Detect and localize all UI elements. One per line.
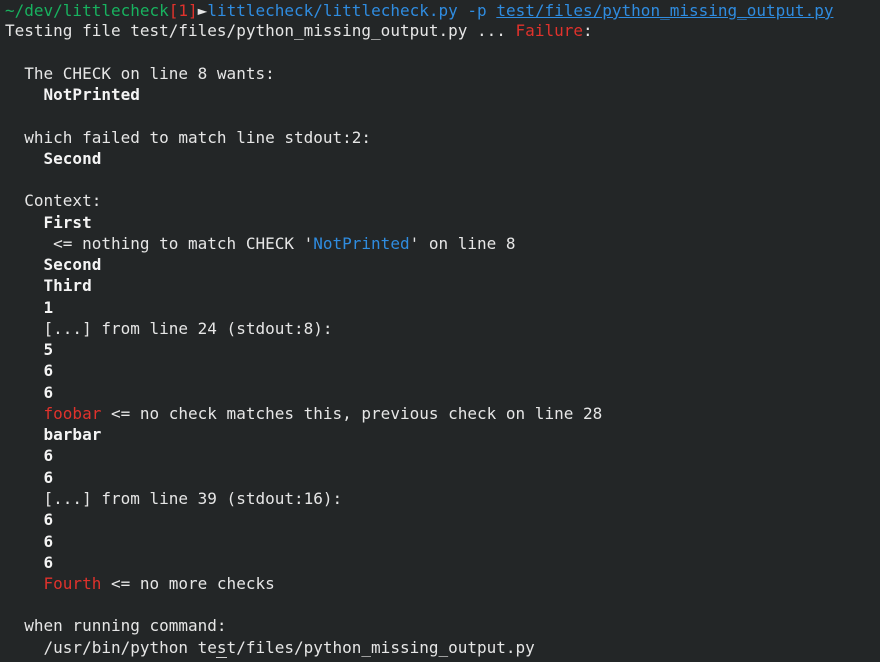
fourth-text: Fourth (43, 574, 102, 593)
foobar-text: foobar (43, 404, 102, 423)
failed-match-label: which failed to match line stdout:2: (5, 127, 371, 148)
prompt-line: ~/dev/littlecheck[1]►littlecheck/littlec… (5, 0, 833, 21)
context-line-6a: 6 (5, 360, 54, 381)
context-skip-1: [...] from line 24 (stdout:8): (5, 318, 333, 339)
nothing-token: NotPrinted (313, 234, 410, 253)
context-v6e: 6 (43, 510, 54, 529)
running-label: when running command: (5, 615, 227, 636)
failed-match-value-text: Second (43, 149, 102, 168)
context-line-5: 5 (5, 339, 54, 360)
context-line-first: First (5, 212, 92, 233)
check-wants-text: The CHECK on line 8 wants: (24, 64, 275, 83)
context-line-6g: 6 (5, 552, 54, 573)
context-v6b: 6 (43, 383, 54, 402)
test-header-suffix: : (582, 21, 593, 40)
prompt-cwd: ~/dev/littlecheck (5, 1, 169, 20)
nothing-prefix: <= nothing to match CHECK ' (43, 234, 314, 253)
context-skip1-text: [...] from line 24 (stdout:8): (43, 319, 333, 338)
context-skip2-text: [...] from line 39 (stdout:16): (43, 489, 343, 508)
context-first-text: First (43, 213, 92, 232)
context-v6d: 6 (43, 468, 54, 487)
context-line-fourth: Fourth <= no more checks (5, 573, 275, 594)
context-v6c: 6 (43, 446, 54, 465)
context-v6g: 6 (43, 553, 54, 572)
terminal-cursor (216, 657, 227, 662)
barbar-text: barbar (43, 425, 102, 444)
terminal-window[interactable]: ~/dev/littlecheck[1]►littlecheck/littlec… (0, 0, 880, 661)
context-line-one: 1 (5, 297, 54, 318)
context-third-text: Third (43, 276, 92, 295)
prompt-file-link[interactable]: test/files/python_missing_output.py (496, 1, 833, 20)
failure-label: Failure (515, 21, 583, 40)
context-label-text: Context: (24, 191, 102, 210)
failed-match-value: Second (5, 148, 102, 169)
context-line-6f: 6 (5, 531, 54, 552)
prompt-status: [1] (168, 1, 198, 20)
running-command: /usr/bin/python test/files/python_missin… (5, 637, 535, 658)
failed-match-text: which failed to match line stdout:2: (24, 128, 372, 147)
prompt-flag: -p (467, 1, 487, 20)
fourth-note: <= no more checks (101, 574, 275, 593)
prompt-command: littlecheck/littlecheck.py (207, 1, 458, 20)
context-label: Context: (5, 190, 101, 211)
context-second-text: Second (43, 255, 102, 274)
context-line-6b: 6 (5, 382, 54, 403)
context-skip-2: [...] from line 39 (stdout:16): (5, 488, 343, 509)
context-line-6e: 6 (5, 509, 54, 530)
running-command-text: /usr/bin/python test/files/python_missin… (43, 638, 535, 657)
check-wants-value-text: NotPrinted (43, 85, 140, 104)
test-header-text: Testing file test/files/python_missing_o… (5, 21, 516, 40)
context-line-barbar: barbar (5, 424, 102, 445)
context-line-6d: 6 (5, 467, 54, 488)
foobar-note: <= no check matches this, previous check… (101, 404, 603, 423)
check-wants-label: The CHECK on line 8 wants: (5, 63, 275, 84)
context-line-third: Third (5, 275, 92, 296)
running-label-text: when running command: (24, 616, 227, 635)
test-header: Testing file test/files/python_missing_o… (5, 20, 593, 41)
context-line-nothing: <= nothing to match CHECK 'NotPrinted' o… (5, 233, 516, 254)
context-v6f: 6 (43, 532, 54, 551)
context-line-foobar: foobar <= no check matches this, previou… (5, 403, 603, 424)
nothing-suffix: ' on line 8 (409, 234, 516, 253)
context-v5: 5 (43, 340, 54, 359)
prompt-arrow-icon: ► (197, 1, 208, 20)
context-one-text: 1 (43, 298, 54, 317)
check-wants-value: NotPrinted (5, 84, 140, 105)
context-line-second: Second (5, 254, 102, 275)
context-v6a: 6 (43, 361, 54, 380)
context-line-6c: 6 (5, 445, 54, 466)
